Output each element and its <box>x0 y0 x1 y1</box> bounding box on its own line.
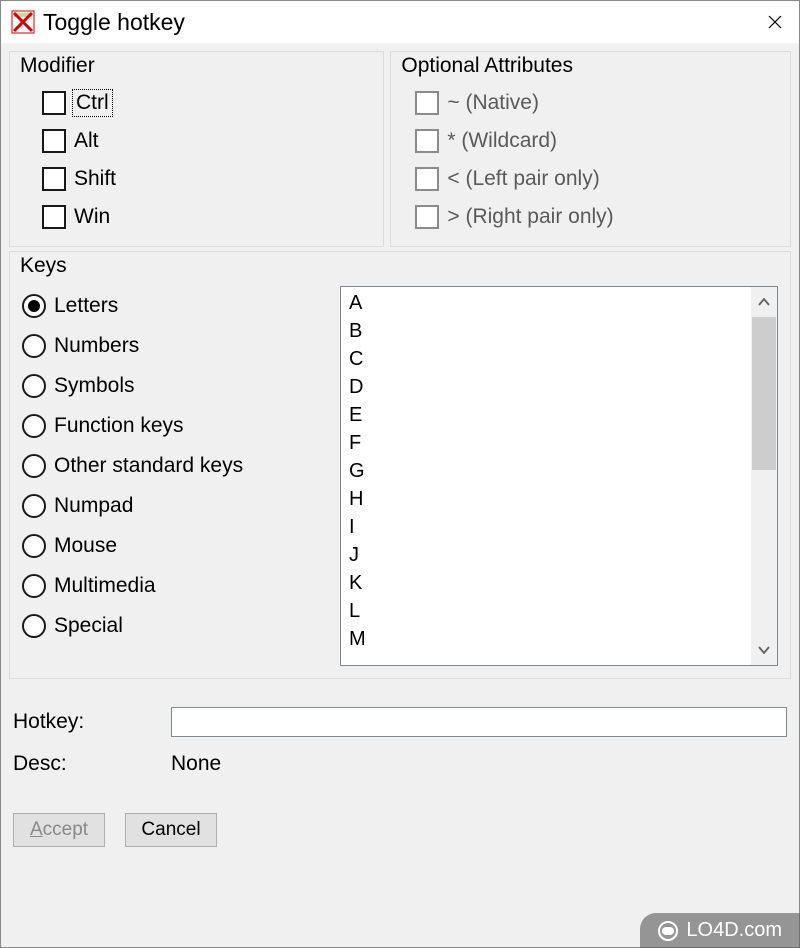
watermark-icon <box>658 921 678 941</box>
modifier-win-label[interactable]: Win <box>74 205 110 229</box>
category-function-label[interactable]: Function keys <box>54 414 184 438</box>
key-categories: Letters Numbers Symbols Function keys Ot… <box>22 286 322 666</box>
category-symbols-label[interactable]: Symbols <box>54 374 135 398</box>
list-item[interactable]: I <box>349 513 743 541</box>
app-icon <box>9 8 37 36</box>
category-numpad-radio[interactable] <box>22 494 46 518</box>
scroll-thumb[interactable] <box>752 317 776 470</box>
list-item[interactable]: A <box>349 289 743 317</box>
dialog-window: Toggle hotkey Modifier Ctrl Alt <box>0 0 800 948</box>
modifier-group: Modifier Ctrl Alt Shift Win <box>9 51 384 247</box>
hotkey-label: Hotkey: <box>13 710 161 734</box>
key-list-container: A B C D E F G H I J K L M <box>340 286 778 666</box>
desc-label: Desc: <box>13 752 161 776</box>
scroll-track[interactable] <box>751 317 777 635</box>
category-function-row: Function keys <box>22 406 322 446</box>
keys-group-title: Keys <box>18 254 69 278</box>
category-otherstd-row: Other standard keys <box>22 446 322 486</box>
list-item[interactable]: M <box>349 625 743 653</box>
attr-wildcard-row: * (Wildcard) <box>401 122 780 160</box>
hotkey-input[interactable] <box>171 707 787 737</box>
modifier-ctrl-checkbox[interactable] <box>42 91 66 115</box>
key-listbox[interactable]: A B C D E F G H I J K L M <box>341 287 751 665</box>
desc-row: Desc: None <box>13 743 787 785</box>
modifier-alt-label[interactable]: Alt <box>74 129 99 153</box>
modifier-ctrl-row: Ctrl <box>20 84 373 122</box>
dialog-buttons: Accept Cancel <box>9 813 791 847</box>
category-multimedia-radio[interactable] <box>22 574 46 598</box>
scroll-up-button[interactable] <box>751 287 777 317</box>
category-letters-label[interactable]: Letters <box>54 294 118 318</box>
attr-wildcard-label[interactable]: * (Wildcard) <box>447 129 557 153</box>
scroll-down-button[interactable] <box>751 635 777 665</box>
category-numbers-row: Numbers <box>22 326 322 366</box>
list-item[interactable]: D <box>349 373 743 401</box>
attr-native-checkbox[interactable] <box>415 91 439 115</box>
list-item[interactable]: G <box>349 457 743 485</box>
list-item[interactable]: K <box>349 569 743 597</box>
titlebar: Toggle hotkey <box>1 1 799 43</box>
hotkey-row: Hotkey: <box>13 701 787 743</box>
category-special-radio[interactable] <box>22 614 46 638</box>
attr-leftpair-row: < (Left pair only) <box>401 160 780 198</box>
category-special-row: Special <box>22 606 322 646</box>
category-mouse-row: Mouse <box>22 526 322 566</box>
modifier-win-checkbox[interactable] <box>42 205 66 229</box>
bottom-fields: Hotkey: Desc: None <box>9 701 791 785</box>
optional-attributes-group: Optional Attributes ~ (Native) * (Wildca… <box>390 51 791 247</box>
attr-rightpair-label[interactable]: > (Right pair only) <box>447 205 613 229</box>
attr-native-label[interactable]: ~ (Native) <box>447 91 539 115</box>
modifier-group-title: Modifier <box>18 54 97 78</box>
attr-native-row: ~ (Native) <box>401 84 780 122</box>
list-item[interactable]: F <box>349 429 743 457</box>
category-function-radio[interactable] <box>22 414 46 438</box>
category-otherstd-label[interactable]: Other standard keys <box>54 454 243 478</box>
client-area: Modifier Ctrl Alt Shift Win <box>1 43 799 947</box>
list-item[interactable]: C <box>349 345 743 373</box>
optional-attributes-title: Optional Attributes <box>399 54 575 78</box>
modifier-shift-row: Shift <box>20 160 373 198</box>
category-numpad-row: Numpad <box>22 486 322 526</box>
category-mouse-radio[interactable] <box>22 534 46 558</box>
modifier-shift-checkbox[interactable] <box>42 167 66 191</box>
attr-leftpair-label[interactable]: < (Left pair only) <box>447 167 599 191</box>
category-numpad-label[interactable]: Numpad <box>54 494 133 518</box>
category-letters-radio[interactable] <box>22 294 46 318</box>
watermark-text: LO4D.com <box>686 919 782 942</box>
watermark: LO4D.com <box>640 913 800 948</box>
category-multimedia-label[interactable]: Multimedia <box>54 574 156 598</box>
modifier-win-row: Win <box>20 198 373 236</box>
desc-value: None <box>171 752 221 776</box>
list-item[interactable]: B <box>349 317 743 345</box>
modifier-ctrl-label[interactable]: Ctrl <box>74 91 111 115</box>
list-item[interactable]: H <box>349 485 743 513</box>
category-symbols-row: Symbols <box>22 366 322 406</box>
category-numbers-radio[interactable] <box>22 334 46 358</box>
list-item[interactable]: L <box>349 597 743 625</box>
close-button[interactable] <box>753 3 797 41</box>
attr-rightpair-checkbox[interactable] <box>415 205 439 229</box>
list-item[interactable]: E <box>349 401 743 429</box>
top-groups-row: Modifier Ctrl Alt Shift Win <box>9 51 791 247</box>
category-multimedia-row: Multimedia <box>22 566 322 606</box>
list-item[interactable]: J <box>349 541 743 569</box>
category-numbers-label[interactable]: Numbers <box>54 334 139 358</box>
window-title: Toggle hotkey <box>43 9 753 36</box>
category-mouse-label[interactable]: Mouse <box>54 534 117 558</box>
category-letters-row: Letters <box>22 286 322 326</box>
attr-leftpair-checkbox[interactable] <box>415 167 439 191</box>
cancel-button[interactable]: Cancel <box>125 813 217 847</box>
category-otherstd-radio[interactable] <box>22 454 46 478</box>
modifier-alt-checkbox[interactable] <box>42 129 66 153</box>
category-symbols-radio[interactable] <box>22 374 46 398</box>
attr-rightpair-row: > (Right pair only) <box>401 198 780 236</box>
modifier-alt-row: Alt <box>20 122 373 160</box>
keys-group: Keys Letters Numbers Symbols Function ke… <box>9 251 791 679</box>
accept-button[interactable]: Accept <box>13 813 105 847</box>
category-special-label[interactable]: Special <box>54 614 123 638</box>
attr-wildcard-checkbox[interactable] <box>415 129 439 153</box>
modifier-shift-label[interactable]: Shift <box>74 167 116 191</box>
listbox-scrollbar[interactable] <box>751 287 777 665</box>
